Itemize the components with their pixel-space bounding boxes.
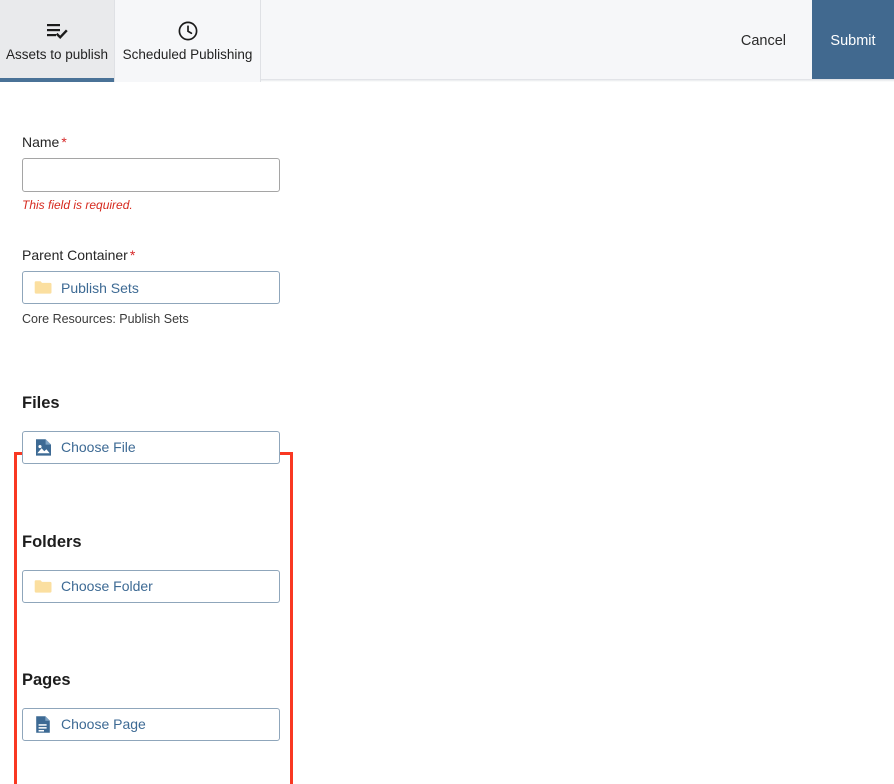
form-body: Name * This field is required. Parent Con… xyxy=(0,82,894,784)
choose-page-label: Choose Page xyxy=(61,716,146,732)
parent-container-label: Parent Container * xyxy=(22,248,280,262)
pages-section: Pages Choose Page xyxy=(22,672,280,741)
parent-container-helper-text: Core Resources: Publish Sets xyxy=(22,312,189,326)
folder-icon xyxy=(34,577,52,595)
tab-assets-to-publish[interactable]: Assets to publish xyxy=(0,0,115,82)
file-image-icon xyxy=(34,438,52,456)
files-section: Files Choose File xyxy=(22,395,280,464)
choose-file-label: Choose File xyxy=(61,439,136,455)
parent-container-label-text: Parent Container xyxy=(22,247,128,263)
choose-folder-label: Choose Folder xyxy=(61,578,153,594)
name-label-text: Name xyxy=(22,134,60,150)
pages-section-title: Pages xyxy=(22,671,71,689)
name-field-label: Name * xyxy=(22,135,280,149)
choose-file-button[interactable]: Choose File xyxy=(22,430,280,464)
choose-page-button[interactable]: Choose Page xyxy=(22,707,280,741)
parent-container-value: Publish Sets xyxy=(61,279,139,296)
tab-assets-to-publish-label: Assets to publish xyxy=(5,47,109,63)
list-check-icon xyxy=(46,20,68,42)
tab-scheduled-publishing[interactable]: Scheduled Publishing xyxy=(115,0,261,82)
top-toolbar: Assets to publish Scheduled Publishing C… xyxy=(0,0,894,82)
page-document-icon xyxy=(34,715,52,733)
parent-container-field-group: Parent Container * Publish Sets Core Reso… xyxy=(22,248,280,326)
folders-section: Folders Choose Folder xyxy=(22,534,280,603)
tab-scheduled-publishing-label: Scheduled Publishing xyxy=(122,47,253,63)
folder-icon xyxy=(34,279,52,297)
toolbar-spacer xyxy=(261,0,715,82)
name-field-group: Name * This field is required. xyxy=(22,135,280,211)
required-asterisk: * xyxy=(129,247,136,263)
name-field-error: This field is required. xyxy=(22,198,133,212)
parent-container-chooser[interactable]: Publish Sets xyxy=(22,271,280,304)
cancel-button[interactable]: Cancel xyxy=(714,0,812,82)
submit-button[interactable]: Submit xyxy=(812,0,894,82)
required-asterisk: * xyxy=(61,134,67,150)
clock-icon xyxy=(177,20,199,42)
choose-folder-button[interactable]: Choose Folder xyxy=(22,569,280,603)
files-section-title: Files xyxy=(22,394,60,412)
folders-section-title: Folders xyxy=(22,533,82,551)
name-input[interactable] xyxy=(22,158,280,192)
